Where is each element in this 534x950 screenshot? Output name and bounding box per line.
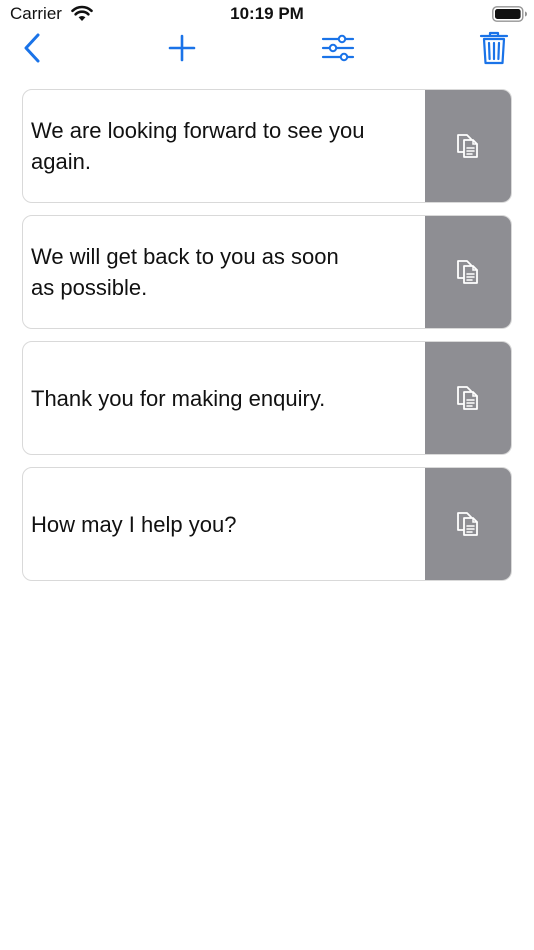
filter-button[interactable]: [318, 28, 358, 68]
plus-icon: [168, 34, 196, 62]
list-item[interactable]: We will get back to you as soon as possi…: [22, 215, 512, 329]
add-button[interactable]: [164, 28, 200, 68]
message-list: We are looking forward to see you again.…: [22, 89, 512, 593]
status-bar: Carrier 10:19 PM: [0, 0, 534, 30]
chevron-left-icon: [24, 33, 40, 63]
list-item[interactable]: How may I help you?: [22, 467, 512, 581]
copy-icon: [457, 386, 478, 410]
top-toolbar: [0, 28, 534, 72]
copy-button[interactable]: [425, 342, 511, 454]
list-item[interactable]: Thank you for making enquiry.: [22, 341, 512, 455]
trash-icon: [479, 31, 509, 65]
copy-button[interactable]: [425, 90, 511, 202]
copy-button[interactable]: [425, 216, 511, 328]
list-item[interactable]: We are looking forward to see you again.: [22, 89, 512, 203]
status-time: 10:19 PM: [230, 4, 304, 23]
sliders-icon: [321, 34, 355, 62]
copy-icon: [457, 260, 478, 284]
copy-button[interactable]: [425, 468, 511, 580]
message-text: We are looking forward to see you again.: [31, 118, 365, 174]
copy-icon: [457, 134, 478, 158]
delete-button[interactable]: [476, 28, 512, 68]
message-text: We will get back to you as soon as possi…: [31, 244, 339, 300]
battery-icon: [492, 6, 527, 22]
back-button[interactable]: [18, 28, 48, 68]
message-text: Thank you for making enquiry.: [31, 385, 326, 411]
message-text: How may I help you?: [31, 511, 237, 537]
copy-icon: [457, 512, 478, 536]
